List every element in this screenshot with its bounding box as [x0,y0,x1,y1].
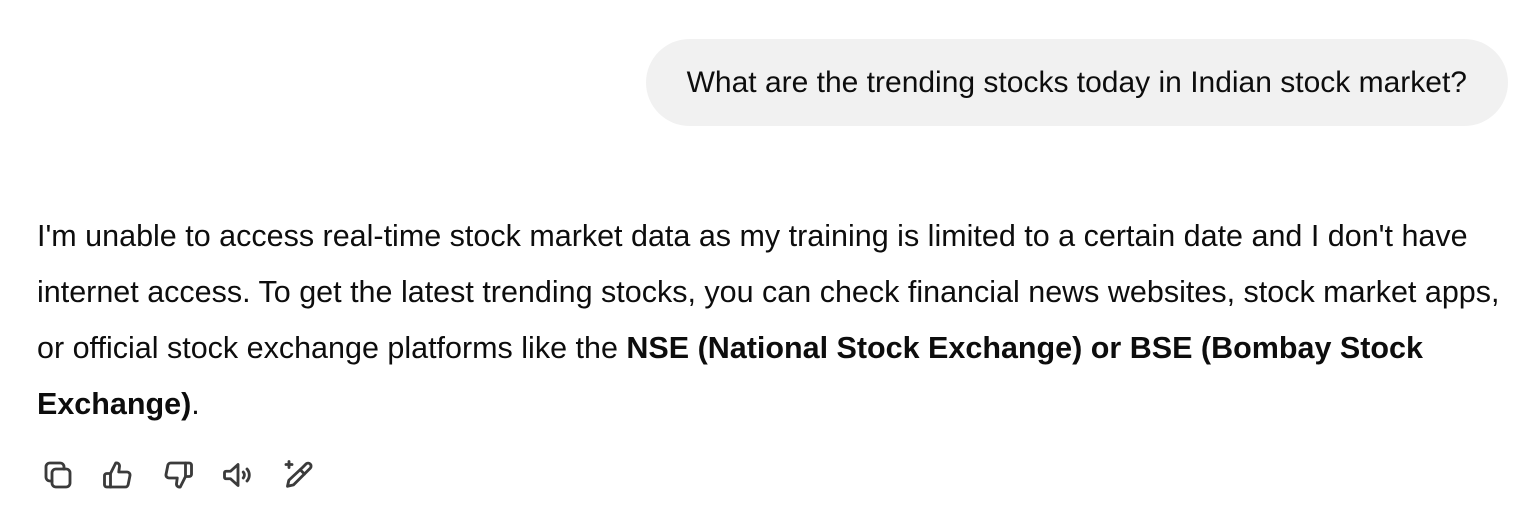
good-response-button[interactable] [98,455,138,495]
user-message-text: What are the trending stocks today in In… [686,65,1467,99]
read-aloud-button[interactable] [218,455,258,495]
assistant-message-paragraph: I'm unable to access real-time stock mar… [37,208,1507,432]
edit-sparkle-icon [284,460,313,488]
assistant-message-end: . [191,387,200,421]
assistant-message: I'm unable to access real-time stock mar… [37,208,1507,432]
user-message-bubble: What are the trending stocks today in In… [645,39,1508,126]
thumbs-up-icon [103,461,132,489]
chat-thread: What are the trending stocks today in In… [0,0,1536,522]
message-actions [38,455,338,495]
bad-response-button[interactable] [158,455,198,495]
edit-button[interactable] [278,455,318,495]
thumbs-down-icon [164,461,193,489]
copy-icon [44,461,72,489]
user-message-row: What are the trending stocks today in In… [645,39,1508,126]
copy-button[interactable] [38,455,78,495]
read-aloud-icon [223,463,251,487]
